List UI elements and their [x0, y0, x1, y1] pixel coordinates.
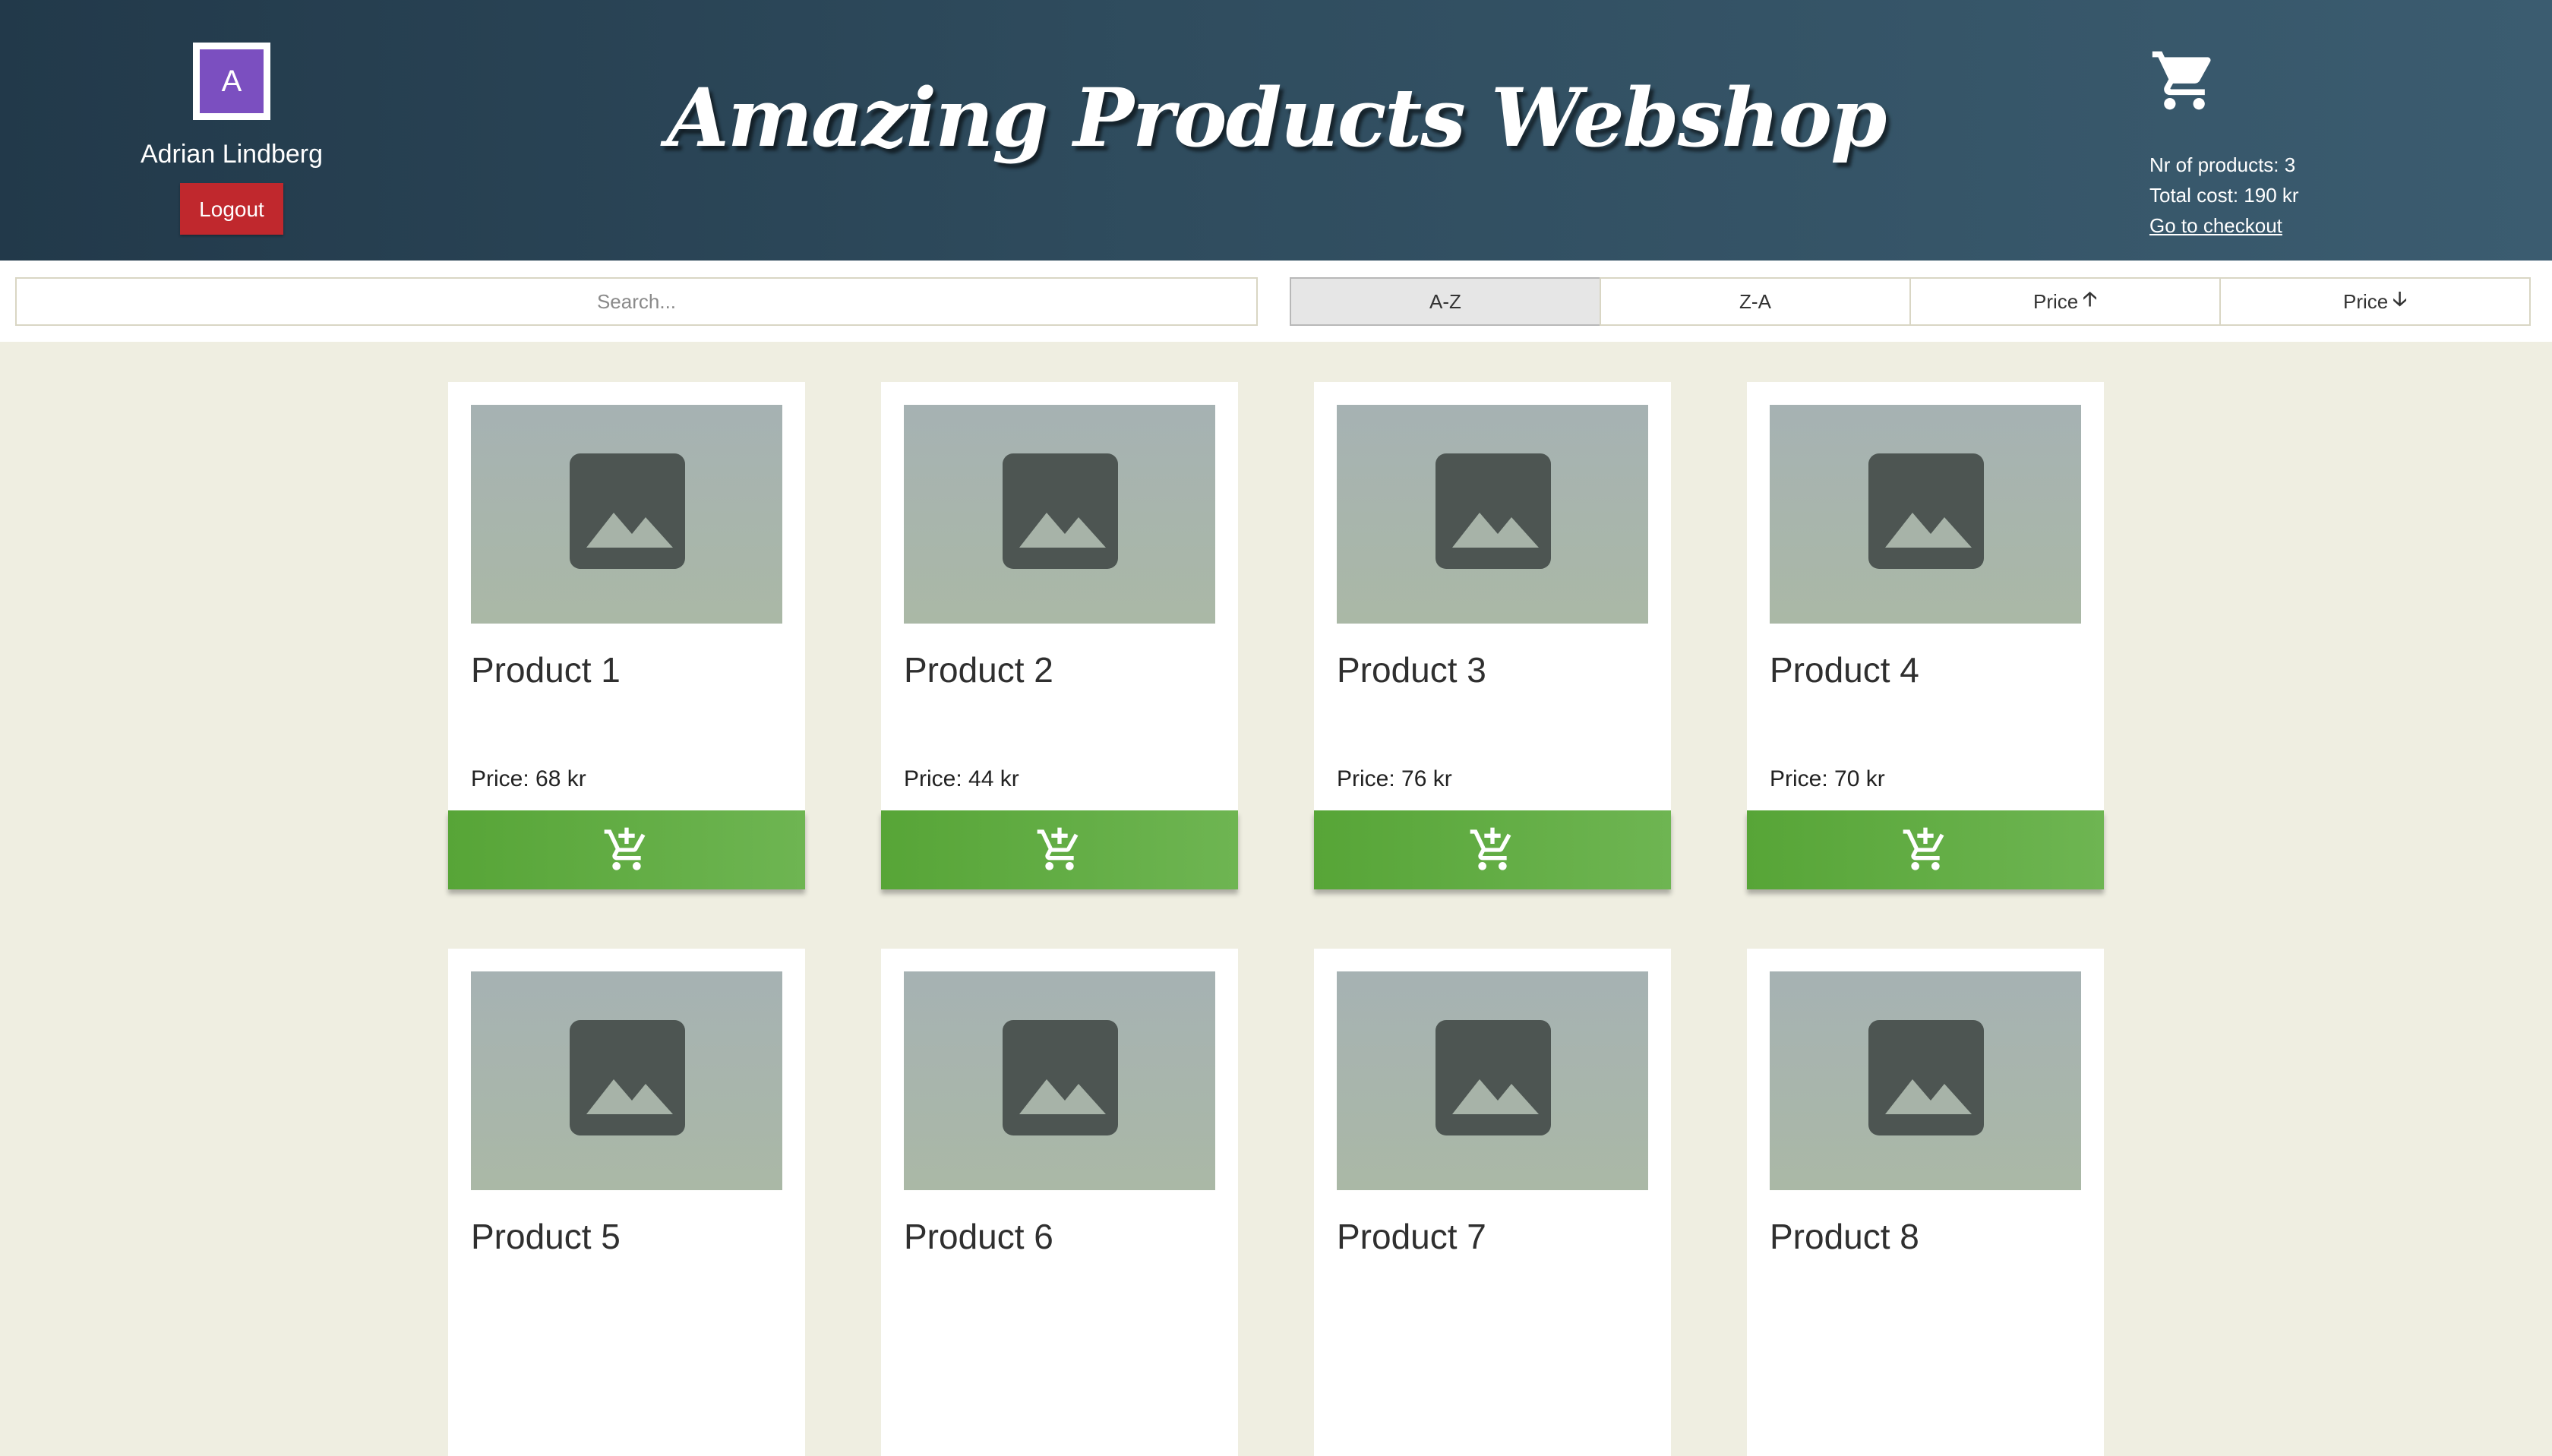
logout-button[interactable]: Logout — [180, 183, 283, 235]
add-to-cart-button[interactable] — [881, 810, 1238, 889]
product-price: Price: 44 kr — [904, 766, 1019, 791]
product-name: Product 4 — [1770, 650, 1919, 690]
image-placeholder-icon — [1436, 1020, 1551, 1135]
cart-count: Nr of products: 3 — [2149, 153, 2296, 176]
add-to-cart-button[interactable] — [1314, 810, 1671, 889]
add-to-cart-button[interactable] — [448, 810, 805, 889]
search-input[interactable] — [15, 277, 1258, 326]
product-image — [471, 405, 782, 624]
add-to-cart-icon — [1037, 827, 1079, 870]
sort-buttons: A-Z Z-A Price 🡡 Price 🡣 — [1290, 277, 2531, 326]
sort-az-button[interactable]: A-Z — [1290, 277, 1601, 326]
product-name: Product 1 — [471, 650, 621, 690]
product-image — [1770, 405, 2081, 624]
image-placeholder-icon — [1868, 453, 1984, 569]
arrow-up-icon: 🡡 — [2083, 287, 2097, 310]
product-card[interactable]: Product 6 — [881, 949, 1238, 1456]
product-name: Product 8 — [1770, 1217, 1919, 1256]
product-card[interactable]: Product 2 Price: 44 kr — [881, 382, 1238, 889]
image-placeholder-icon — [1003, 453, 1118, 569]
product-image — [904, 971, 1215, 1190]
cart-info: Nr of products: 3 Total cost: 190 kr Go … — [2149, 150, 2377, 241]
product-price: Price: 70 kr — [1770, 766, 1885, 791]
image-placeholder-icon — [1003, 1020, 1118, 1135]
sort-price-asc-button[interactable]: Price 🡡 — [1909, 277, 2221, 326]
filter-toolbar: A-Z Z-A Price 🡡 Price 🡣 — [0, 261, 2552, 342]
arrow-down-icon: 🡣 — [2392, 287, 2407, 310]
product-name: Product 5 — [471, 1217, 621, 1256]
product-image — [1337, 971, 1648, 1190]
product-card[interactable]: Product 4 Price: 70 kr — [1747, 382, 2104, 889]
product-card[interactable]: Product 1 Price: 68 kr — [448, 382, 805, 889]
product-price: Price: 76 kr — [1337, 766, 1452, 791]
image-placeholder-icon — [1436, 453, 1551, 569]
product-image — [1770, 971, 2081, 1190]
add-to-cart-button[interactable] — [1747, 810, 2104, 889]
add-to-cart-icon — [1903, 827, 1944, 870]
product-name: Product 7 — [1337, 1217, 1486, 1256]
sort-label: Price — [2343, 289, 2389, 313]
sort-price-desc-button[interactable]: Price 🡣 — [2219, 277, 2531, 326]
shopping-cart-icon[interactable] — [2149, 51, 2219, 120]
product-name: Product 6 — [904, 1217, 1053, 1256]
sort-label: A-Z — [1429, 289, 1461, 313]
product-card[interactable]: Product 7 — [1314, 949, 1671, 1456]
cart-summary: Nr of products: 3 Total cost: 190 kr Go … — [2149, 44, 2377, 241]
cart-total: Total cost: 190 kr — [2149, 184, 2299, 207]
image-placeholder-icon — [570, 453, 685, 569]
product-card[interactable]: Product 5 — [448, 949, 805, 1456]
product-card[interactable]: Product 3 Price: 76 kr — [1314, 382, 1671, 889]
add-to-cart-icon — [1470, 827, 1511, 870]
image-placeholder-icon — [1868, 1020, 1984, 1135]
sort-za-button[interactable]: Z-A — [1600, 277, 1911, 326]
product-image — [904, 405, 1215, 624]
product-card[interactable]: Product 8 — [1747, 949, 2104, 1456]
image-placeholder-icon — [570, 1020, 685, 1135]
add-to-cart-icon — [604, 827, 646, 870]
product-image — [1337, 405, 1648, 624]
product-price: Price: 68 kr — [471, 766, 586, 791]
sort-label: Z-A — [1739, 289, 1771, 313]
product-image — [471, 971, 782, 1190]
site-header: A Adrian Lindberg Logout Amazing Product… — [0, 0, 2552, 261]
checkout-link[interactable]: Go to checkout — [2149, 214, 2282, 237]
product-name: Product 2 — [904, 650, 1053, 690]
sort-label: Price — [2033, 289, 2079, 313]
product-name: Product 3 — [1337, 650, 1486, 690]
